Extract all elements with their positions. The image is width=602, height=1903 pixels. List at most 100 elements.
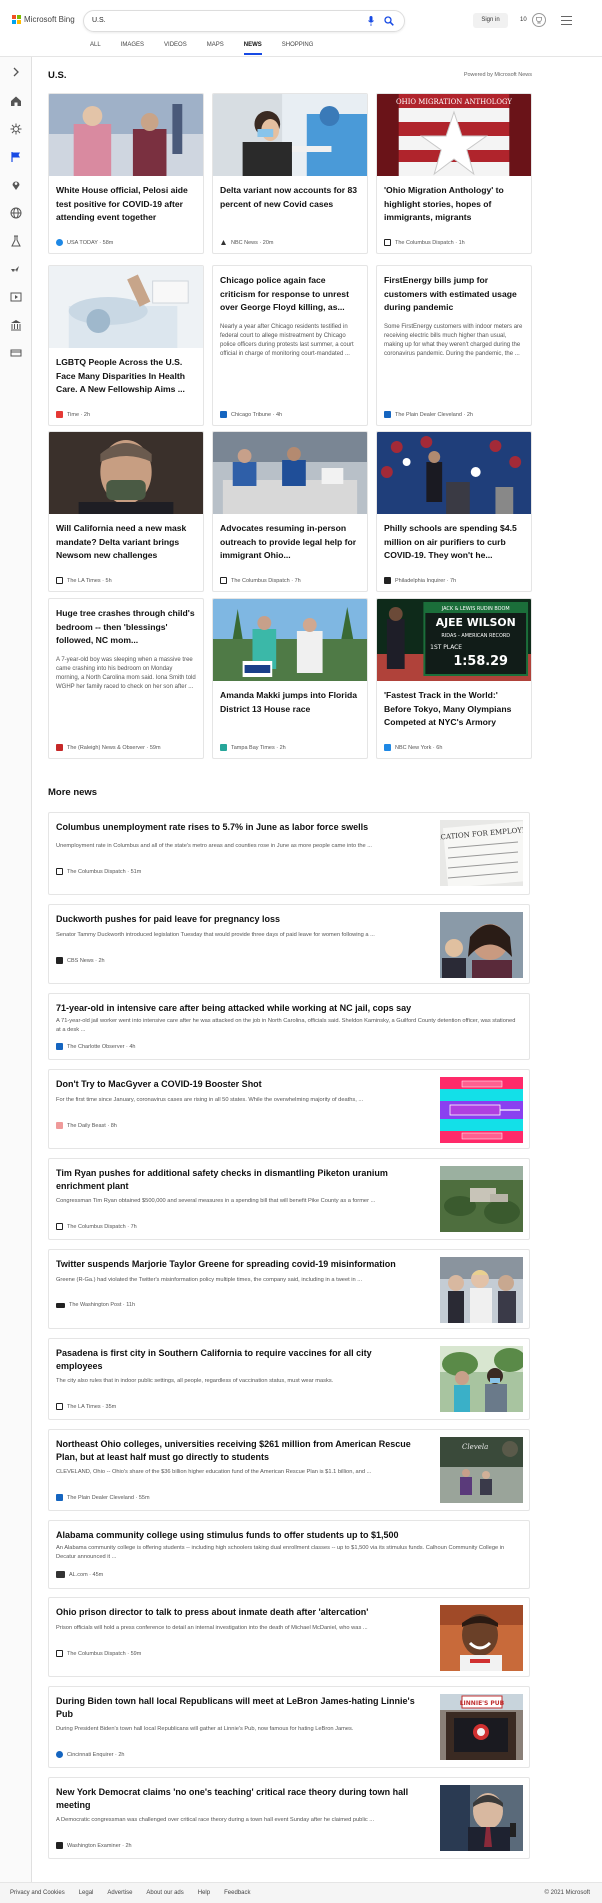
home-icon[interactable]: [10, 95, 22, 107]
tab-videos[interactable]: VIDEOS: [164, 42, 187, 53]
powered-by[interactable]: Powered by Microsoft News: [464, 72, 532, 78]
news-card[interactable]: LGBTQ People Across the U.S. Face Many D…: [48, 265, 204, 426]
technology-rocket-icon[interactable]: [10, 263, 22, 275]
article-title[interactable]: Tim Ryan pushes for additional safety ch…: [56, 1167, 406, 1193]
list-item[interactable]: Twitter suspends Marjorie Taylor Greene …: [48, 1249, 530, 1329]
sign-in-button[interactable]: Sign in: [473, 13, 508, 28]
us-flag-icon[interactable]: [10, 151, 22, 163]
tab-all[interactable]: ALL: [90, 42, 101, 53]
article-source[interactable]: Cincinnati Enquirer · 2h: [56, 1751, 124, 1758]
list-item[interactable]: During Biden town hall local Republicans…: [48, 1686, 530, 1768]
news-card[interactable]: Philly schools are spending $4.5 million…: [376, 431, 532, 592]
article-source[interactable]: The Columbus Dispatch · 51m: [56, 868, 141, 875]
article-title[interactable]: Twitter suspends Marjorie Taylor Greene …: [56, 1258, 441, 1271]
article-title[interactable]: Northeast Ohio colleges, universities re…: [56, 1438, 416, 1464]
card-source[interactable]: The LA Times · 5h: [56, 577, 112, 584]
article-source[interactable]: The Columbus Dispatch · 7h: [56, 1223, 137, 1230]
card-title[interactable]: Will California need a new mask mandate?…: [56, 522, 196, 563]
menu-icon[interactable]: [561, 16, 572, 28]
card-title[interactable]: FirstEnergy bills jump for customers wit…: [384, 274, 524, 315]
article-title[interactable]: Duckworth pushes for paid leave for preg…: [56, 913, 436, 926]
article-title[interactable]: Columbus unemployment rate rises to 5.7%…: [56, 821, 436, 834]
list-item[interactable]: Pasadena is first city in Southern Calif…: [48, 1338, 530, 1420]
card-source[interactable]: NBC News · 20m: [220, 239, 273, 246]
money-icon[interactable]: [10, 347, 22, 359]
card-source[interactable]: The Columbus Dispatch · 7h: [220, 577, 301, 584]
science-icon[interactable]: [10, 235, 22, 247]
news-card[interactable]: Advocates resuming in-person outreach to…: [212, 431, 368, 592]
article-source[interactable]: CBS News · 2h: [56, 957, 105, 964]
card-source[interactable]: Tampa Bay Times · 2h: [220, 744, 286, 751]
coronavirus-icon[interactable]: [10, 123, 22, 135]
article-title[interactable]: Pasadena is first city in Southern Calif…: [56, 1347, 396, 1373]
card-source[interactable]: Chicago Tribune · 4h: [220, 411, 282, 418]
world-globe-icon[interactable]: [10, 207, 22, 219]
tab-maps[interactable]: MAPS: [207, 42, 224, 53]
footer-link-advertise[interactable]: Advertise: [107, 1890, 132, 1896]
article-source[interactable]: The Plain Dealer Cleveland · 55m: [56, 1494, 150, 1501]
search-input[interactable]: U.S.: [92, 17, 106, 24]
rewards-count[interactable]: 10: [520, 17, 527, 23]
article-source[interactable]: AL.com · 45m: [56, 1571, 103, 1578]
article-title[interactable]: Ohio prison director to talk to press ab…: [56, 1606, 441, 1619]
news-card[interactable]: OHIO MIGRATION ANTHOLOGY 'Ohio Migration…: [376, 93, 532, 254]
card-source[interactable]: USA TODAY · 58m: [56, 239, 113, 246]
politics-building-icon[interactable]: [10, 319, 22, 331]
news-card[interactable]: JACK & LEWIS RUDIN BOOM AJEE WILSON RIDA…: [376, 598, 532, 759]
card-title[interactable]: White House official, Pelosi aide test p…: [56, 184, 196, 225]
article-source[interactable]: The LA Times · 35m: [56, 1403, 116, 1410]
list-item[interactable]: New York Democrat claims 'no one's teach…: [48, 1777, 530, 1859]
list-item[interactable]: Ohio prison director to talk to press ab…: [48, 1597, 530, 1677]
card-source[interactable]: Philadelphia Inquirer · 7h: [384, 577, 456, 584]
footer-link-about-ads[interactable]: About our ads: [146, 1890, 183, 1896]
card-source[interactable]: The Columbus Dispatch · 1h: [384, 239, 465, 246]
card-title[interactable]: Huge tree crashes through child's bedroo…: [56, 607, 196, 648]
list-item[interactable]: Duckworth pushes for paid leave for preg…: [48, 904, 530, 984]
card-title[interactable]: Amanda Makki jumps into Florida District…: [220, 689, 360, 716]
local-pin-icon[interactable]: [10, 179, 22, 191]
news-card[interactable]: Huge tree crashes through child's bedroo…: [48, 598, 204, 759]
news-card[interactable]: Chicago police again face criticism for …: [212, 265, 368, 426]
news-card[interactable]: Will California need a new mask mandate?…: [48, 431, 204, 592]
footer-link-feedback[interactable]: Feedback: [224, 1890, 250, 1896]
bing-logo[interactable]: Microsoft Bing: [12, 15, 75, 24]
news-card[interactable]: FirstEnergy bills jump for customers wit…: [376, 265, 532, 426]
article-title[interactable]: During Biden town hall local Republicans…: [56, 1695, 416, 1721]
tab-shopping[interactable]: SHOPPING: [282, 42, 314, 53]
card-title[interactable]: Delta variant now accounts for 83 percen…: [220, 184, 360, 211]
article-title[interactable]: New York Democrat claims 'no one's teach…: [56, 1786, 411, 1812]
card-title[interactable]: Advocates resuming in-person outreach to…: [220, 522, 360, 563]
article-source[interactable]: The Columbus Dispatch · 59m: [56, 1650, 141, 1657]
list-item[interactable]: Columbus unemployment rate rises to 5.7%…: [48, 812, 530, 895]
card-title[interactable]: Philly schools are spending $4.5 million…: [384, 522, 524, 563]
card-source[interactable]: Time · 2h: [56, 411, 90, 418]
list-item[interactable]: 71-year-old in intensive care after bein…: [48, 993, 530, 1060]
card-title[interactable]: Chicago police again face criticism for …: [220, 274, 360, 315]
card-source[interactable]: NBC New York · 6h: [384, 744, 442, 751]
footer-link-privacy[interactable]: Privacy and Cookies: [10, 1890, 65, 1896]
list-item[interactable]: Tim Ryan pushes for additional safety ch…: [48, 1158, 530, 1240]
card-title[interactable]: 'Ohio Migration Anthology' to highlight …: [384, 184, 524, 225]
card-source[interactable]: The (Raleigh) News & Observer · 59m: [56, 744, 161, 751]
list-item[interactable]: Northeast Ohio colleges, universities re…: [48, 1429, 530, 1511]
expand-sidebar-icon[interactable]: [10, 66, 22, 78]
list-item[interactable]: Alabama community college using stimulus…: [48, 1520, 530, 1589]
rewards-trophy-icon[interactable]: [532, 13, 546, 27]
tab-news[interactable]: NEWS: [243, 42, 262, 55]
tab-images[interactable]: IMAGES: [121, 42, 144, 53]
news-card[interactable]: Amanda Makki jumps into Florida District…: [212, 598, 368, 759]
article-source[interactable]: The Daily Beast · 8h: [56, 1122, 117, 1129]
article-title[interactable]: 71-year-old in intensive care after bein…: [56, 1002, 526, 1015]
list-item[interactable]: Don't Try to MacGyver a COVID-19 Booster…: [48, 1069, 530, 1149]
article-source[interactable]: The Charlotte Observer · 4h: [56, 1043, 135, 1050]
news-card[interactable]: White House official, Pelosi aide test p…: [48, 93, 204, 254]
article-source[interactable]: Washington Examiner · 2h: [56, 1842, 132, 1849]
card-title[interactable]: LGBTQ People Across the U.S. Face Many D…: [56, 356, 196, 397]
article-title[interactable]: Don't Try to MacGyver a COVID-19 Booster…: [56, 1078, 436, 1091]
article-title[interactable]: Alabama community college using stimulus…: [56, 1529, 526, 1542]
card-title[interactable]: 'Fastest Track in the World:' Before Tok…: [384, 689, 524, 730]
entertainment-icon[interactable]: [10, 291, 22, 303]
news-card[interactable]: Delta variant now accounts for 83 percen…: [212, 93, 368, 254]
microphone-icon[interactable]: [368, 16, 374, 26]
article-source[interactable]: The Washington Post · 11h: [56, 1302, 135, 1308]
